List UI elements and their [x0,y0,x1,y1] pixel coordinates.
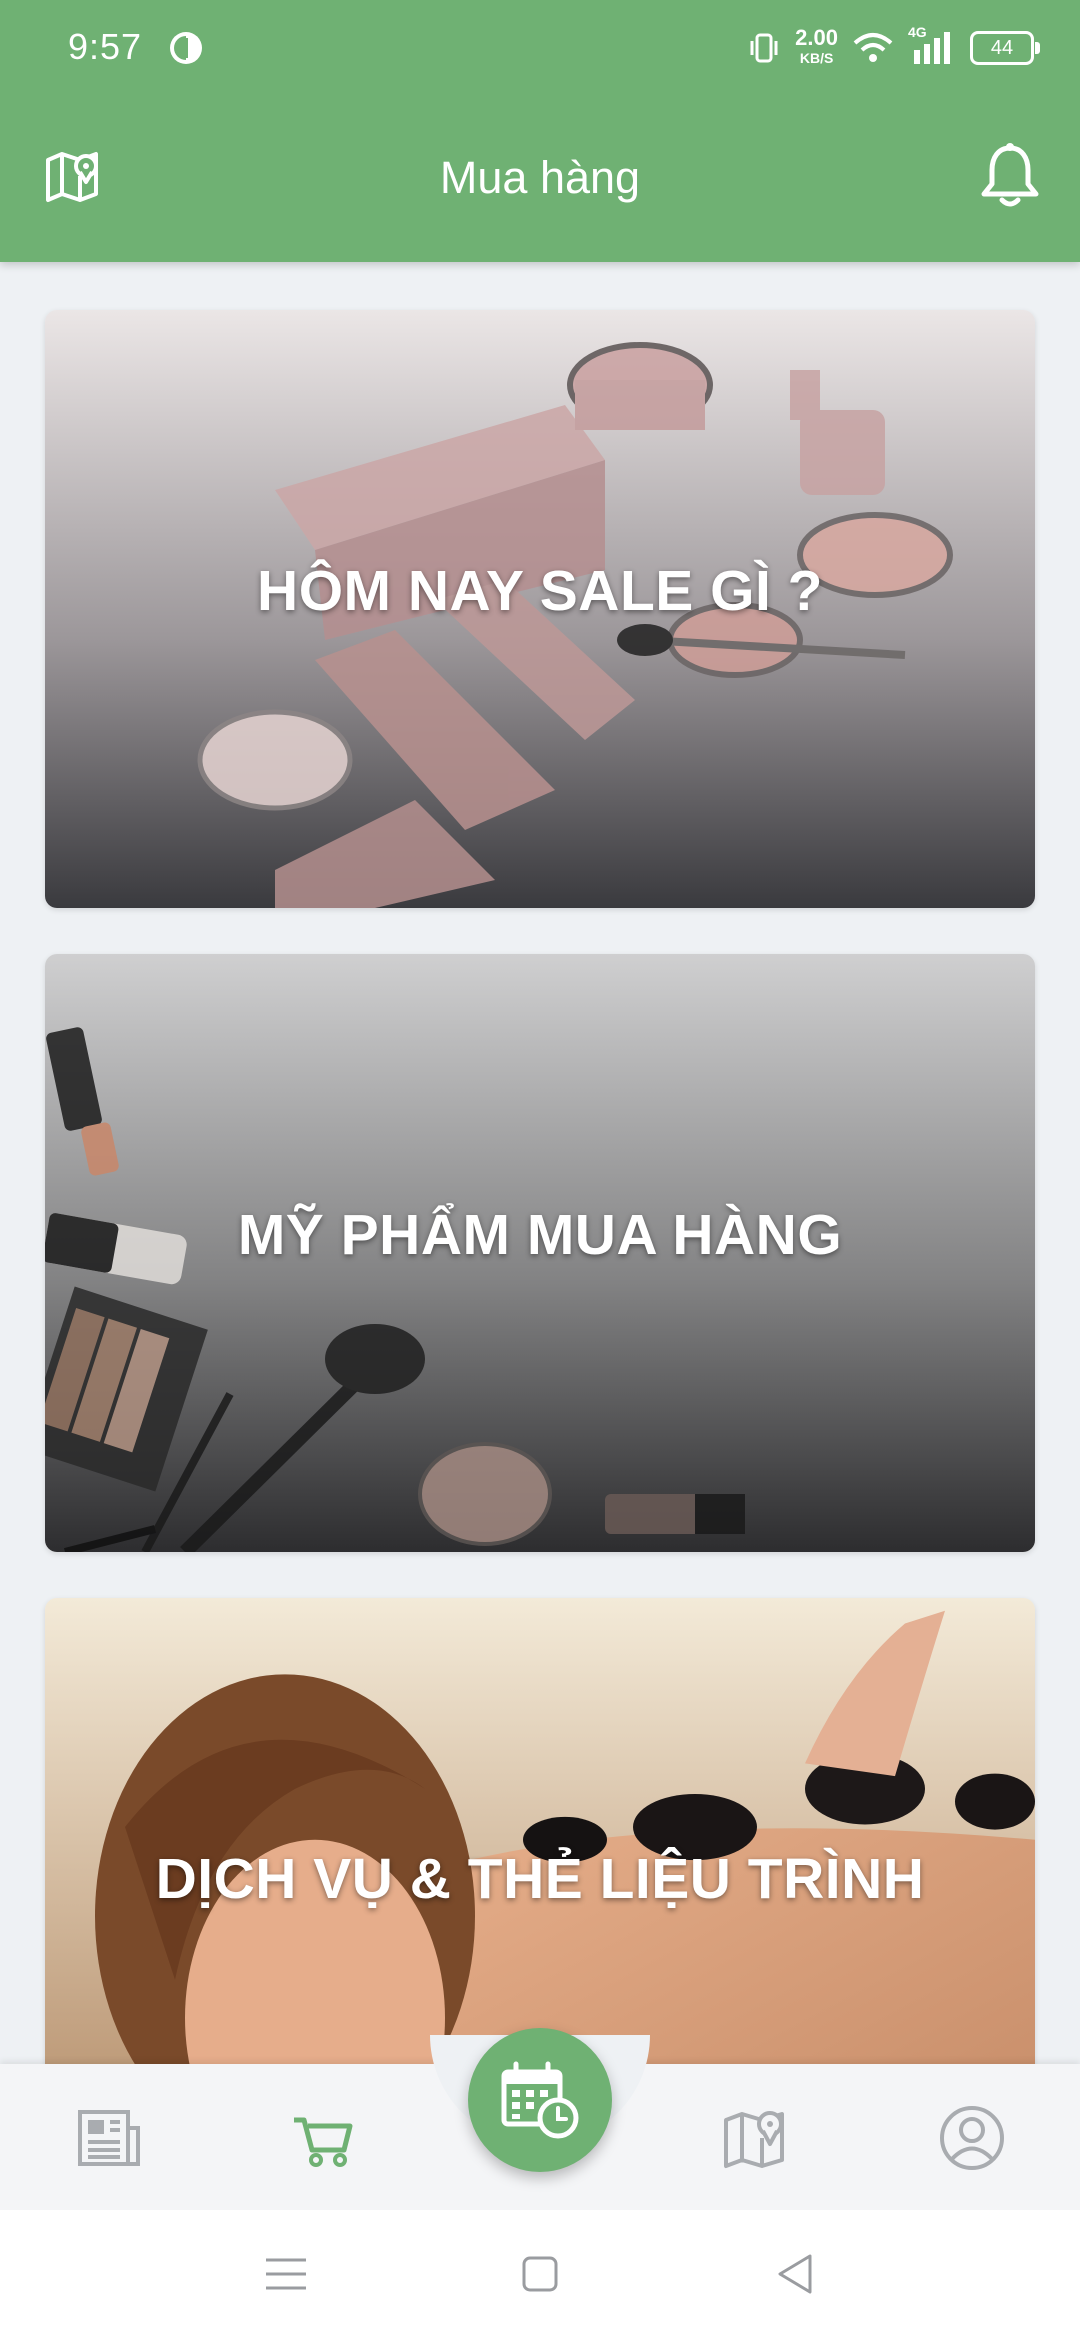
home-icon[interactable] [514,2248,566,2300]
map-icon[interactable] [720,2102,792,2174]
net-speed: 2.00 KB/S [795,25,838,68]
back-icon[interactable] [770,2248,822,2300]
page-title: Mua hàng [439,152,641,203]
app-bar: Mua hàng [0,96,1080,262]
system-navigation [0,2210,1080,2340]
card-sale-today[interactable]: HÔM NAY SALE GÌ ? [45,310,1035,908]
cart-icon[interactable] [288,2102,360,2174]
calendar-clock-icon [501,2061,579,2139]
status-right: 2.00 KB/S 4G 44 [747,24,1040,72]
app-notification-icon [170,32,202,64]
battery-indicator: 44 [970,31,1040,65]
net-speed-unit: KB/S [799,50,834,66]
vibrate-icon [750,33,778,63]
card-services-title: DỊCH VỤ & THẺ LIỆU TRÌNH [155,1847,925,1911]
cell-signal: 4G [908,24,956,68]
status-bar: 9:57 2.00 KB/S 4G 44 [0,0,1080,96]
bell-icon[interactable] [978,142,1042,210]
net-speed-value: 2.00 [795,25,838,50]
card-services-treatment[interactable]: DỊCH VỤ & THẺ LIỆU TRÌNH [45,1598,1035,2068]
newspaper-icon[interactable] [72,2102,144,2174]
battery-level: 44 [990,37,1014,59]
signal-icon [914,32,950,64]
card-cosmetics-shopping[interactable]: MỸ PHẨM MUA HÀNG [45,954,1035,1552]
booking-fab[interactable] [468,2028,612,2172]
card-sale-title: HÔM NAY SALE GÌ ? [257,559,823,623]
wifi-icon [853,33,893,62]
card-cosmetics-title: MỸ PHẨM MUA HÀNG [237,1203,843,1267]
status-time: 9:57 [68,26,143,67]
card-spa-image [45,1598,1035,2068]
top-bar: 9:57 2.00 KB/S 4G 44 Mua hàng [0,0,1080,262]
user-icon[interactable] [936,2102,1008,2174]
menu-icon[interactable] [260,2248,312,2300]
